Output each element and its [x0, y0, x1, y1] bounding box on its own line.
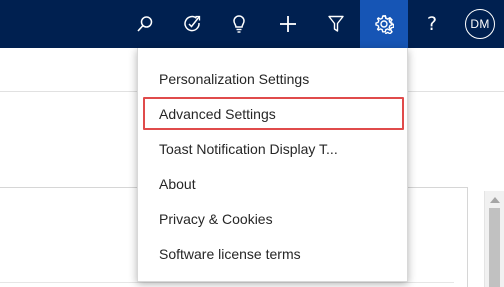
top-navigation-bar: ? DM	[0, 0, 504, 48]
menu-item-personalization-settings[interactable]: Personalization Settings	[138, 62, 407, 96]
form-row-divider	[0, 282, 454, 283]
task-flow-icon	[184, 15, 201, 32]
scroll-up-arrow-icon[interactable]	[490, 197, 500, 203]
user-profile-button[interactable]: DM	[456, 0, 504, 48]
task-flow-button[interactable]	[172, 0, 212, 48]
create-new-button[interactable]	[268, 0, 308, 48]
menu-item-label: About	[159, 176, 196, 192]
vertical-scrollbar[interactable]	[484, 191, 504, 287]
menu-item-label: Personalization Settings	[159, 71, 310, 87]
menu-item-label: Advanced Settings	[159, 106, 276, 122]
filter-icon	[328, 15, 344, 32]
search-button[interactable]	[125, 0, 165, 48]
user-initials: DM	[470, 17, 490, 31]
settings-button[interactable]	[360, 0, 408, 48]
menu-item-label: Software license terms	[159, 246, 301, 262]
lightbulb-icon	[233, 15, 245, 33]
settings-menu: Personalization Settings Advanced Settin…	[137, 48, 408, 282]
advanced-find-button[interactable]	[316, 0, 356, 48]
help-icon: ?	[426, 13, 438, 35]
plus-icon	[280, 16, 296, 32]
menu-item-about[interactable]: About	[138, 167, 407, 201]
relationship-insights-button[interactable]	[219, 0, 259, 48]
menu-item-advanced-settings[interactable]: Advanced Settings	[138, 97, 407, 131]
search-icon	[137, 16, 153, 32]
menu-item-label: Privacy & Cookies	[159, 211, 273, 227]
help-button[interactable]: ?	[412, 0, 452, 48]
menu-item-privacy-cookies[interactable]: Privacy & Cookies	[138, 202, 407, 236]
menu-item-label: Toast Notification Display T...	[159, 141, 338, 157]
gear-icon	[375, 15, 394, 34]
menu-item-software-license-terms[interactable]: Software license terms	[138, 237, 407, 271]
menu-item-toast-notification-display[interactable]: Toast Notification Display T...	[138, 132, 407, 166]
avatar: DM	[465, 9, 495, 39]
scrollbar-thumb[interactable]	[489, 208, 500, 287]
